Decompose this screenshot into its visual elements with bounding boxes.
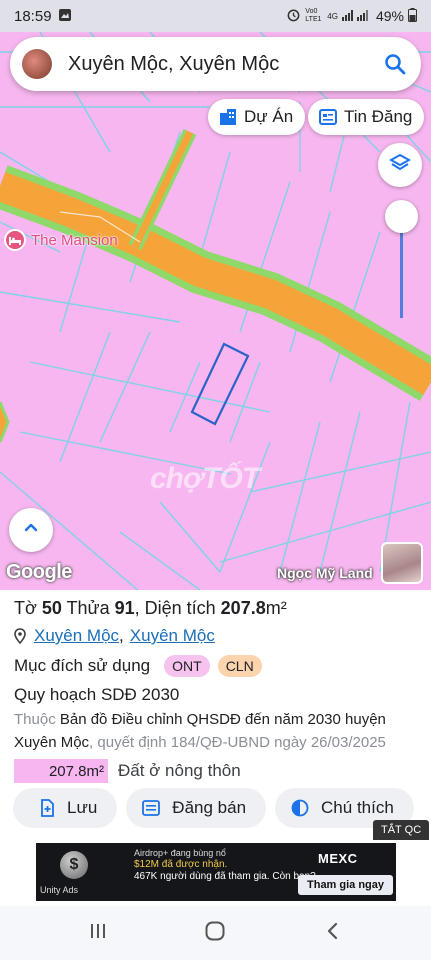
- post-for-sale-button[interactable]: Đăng bán: [126, 788, 267, 828]
- user-avatar[interactable]: [22, 49, 52, 79]
- zoom-slider-handle[interactable]: [385, 200, 418, 233]
- agent-name[interactable]: Ngọc Mỹ Land: [277, 565, 373, 581]
- battery-level: 49%: [375, 8, 404, 24]
- google-logo: Google: [6, 561, 72, 583]
- layers-icon: [388, 152, 412, 179]
- purpose-row: Mục đích sử dụng ONT CLN: [14, 650, 417, 682]
- chip-tin-dang-label: Tin Đăng: [344, 107, 413, 126]
- parcel-title: Tờ 50 Thửa 91, Diện tích 207.8m²: [14, 598, 417, 624]
- selected-parcel[interactable]: [190, 342, 250, 426]
- parcel-number: 91: [114, 598, 135, 618]
- chip-du-an[interactable]: Dự Án: [208, 99, 306, 135]
- source-decision: , quyết định 184/QĐ-UBND ngày 26/03/2025: [89, 734, 386, 751]
- add-bookmark-icon: [39, 799, 55, 817]
- layers-button[interactable]: [378, 143, 422, 187]
- status-bar: 18:59 Vo0 LTE1 4G 49%: [0, 0, 431, 32]
- home-icon[interactable]: [204, 920, 226, 947]
- land-type-row: 207.8m² Đất ở nông thôn: [14, 758, 417, 784]
- search-icon[interactable]: [383, 52, 407, 76]
- ad-cta-button[interactable]: Tham gia ngay: [298, 875, 394, 895]
- coin-icon: $: [60, 851, 88, 879]
- area-label: , Diện tích: [134, 598, 221, 618]
- purpose-label: Mục đích sử dụng: [14, 656, 151, 675]
- location-separator: ,: [119, 626, 124, 645]
- parcel-label: Thửa: [61, 598, 115, 618]
- expand-up-button[interactable]: [9, 508, 53, 552]
- ad-line-1: Airdrop+ đang bùng nổ: [134, 848, 226, 858]
- ad-line-3: 467K người dùng đã tham gia. Còn bạn?: [134, 871, 316, 882]
- ad-brand: MEXC: [318, 851, 358, 866]
- search-bar[interactable]: Xuyên Mộc, Xuyên Mộc: [10, 37, 421, 91]
- zoom-slider-track[interactable]: [400, 218, 403, 318]
- planning-title: Quy hoạch SDĐ 2030: [14, 685, 180, 704]
- legend-label: Chú thích: [321, 798, 394, 817]
- commune-link[interactable]: Xuyên Mộc: [34, 626, 119, 646]
- location-row: Xuyên Mộc, Xuyên Mộc: [14, 624, 417, 648]
- battery-icon: [408, 7, 417, 25]
- location-pin-icon: [14, 628, 26, 644]
- status-time: 18:59: [14, 7, 52, 25]
- action-bar: Lưu Đăng bán Chú thích: [13, 788, 414, 828]
- chevron-up-icon: [22, 519, 40, 542]
- search-input[interactable]: Xuyên Mộc, Xuyên Mộc: [68, 53, 383, 76]
- sheet-number: 50: [41, 598, 62, 618]
- signal-icon: [341, 8, 372, 24]
- back-icon[interactable]: [323, 921, 343, 946]
- district-link[interactable]: Xuyên Mộc: [130, 626, 215, 646]
- ad-banner[interactable]: $ Unity Ads Airdrop+ đang bùng nổ $12M đ…: [36, 843, 396, 901]
- planning-source: Thuộc Bản đồ Điều chỉnh QHSDĐ đến năm 20…: [14, 708, 417, 754]
- recent-apps-icon[interactable]: [88, 921, 108, 946]
- land-use-tag-cln[interactable]: CLN: [217, 655, 262, 677]
- post-for-sale-label: Đăng bán: [172, 798, 247, 817]
- save-button[interactable]: Lưu: [13, 788, 118, 828]
- poi-label: The Mansion: [31, 231, 118, 249]
- network-type: 4G: [327, 11, 338, 21]
- hotel-icon: [4, 229, 26, 251]
- ad-network-label: Unity Ads: [40, 885, 79, 895]
- ad-text: Airdrop+ đang bùng nổ $12M đã được nhận.…: [134, 847, 316, 883]
- ad-line-2: $12M đã được nhận.: [134, 859, 228, 870]
- area-unit: m²: [265, 598, 287, 618]
- contrast-icon: [291, 799, 309, 817]
- network-label: Vo0 LTE1: [305, 8, 322, 23]
- source-prefix: Thuộc: [14, 711, 60, 728]
- chip-tin-dang[interactable]: Tin Đăng: [308, 99, 425, 135]
- listing-icon: [142, 800, 161, 816]
- building-icon: [218, 107, 238, 127]
- listing-icon: [318, 107, 338, 127]
- land-type-desc: Đất ở nông thôn: [118, 761, 241, 780]
- area-value: 207.8: [220, 598, 266, 618]
- poi-the-mansion[interactable]: The Mansion: [4, 229, 118, 251]
- chip-du-an-label: Dự Án: [244, 107, 294, 126]
- chotot-watermark: chợTỐT: [150, 462, 260, 495]
- close-ad-button[interactable]: TẮT QC: [373, 820, 430, 840]
- land-use-tag-ont[interactable]: ONT: [164, 655, 210, 677]
- image-notification-icon: [58, 8, 72, 25]
- sheet-label: Tờ: [14, 598, 42, 618]
- system-nav-bar: [0, 906, 431, 960]
- land-type-swatch: 207.8m²: [14, 759, 108, 783]
- agent-avatar[interactable]: [381, 542, 423, 584]
- save-button-label: Lưu: [67, 798, 98, 817]
- alarm-icon: [286, 7, 301, 25]
